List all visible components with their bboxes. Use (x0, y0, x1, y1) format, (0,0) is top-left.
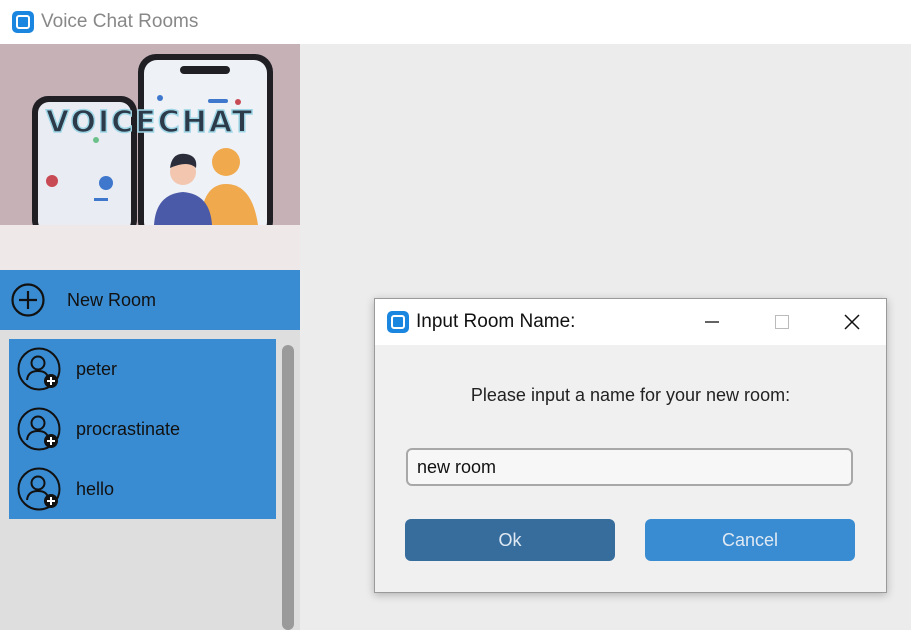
user-add-icon (17, 347, 61, 391)
room-item-hello[interactable]: hello (9, 459, 276, 519)
user-add-icon (17, 467, 61, 511)
dialog-prompt: Please input a name for your new room: (470, 385, 791, 405)
new-room-button[interactable]: New Room (0, 270, 300, 330)
new-room-label: New Room (67, 289, 157, 310)
app-icon (387, 311, 409, 333)
dialog-titlebar: Input Room Name: (375, 299, 886, 345)
minimize-button[interactable] (682, 299, 742, 345)
window-titlebar: Voice Chat Rooms (0, 0, 911, 44)
voicechat-banner-image: VOICECHAT (0, 44, 300, 225)
app-icon (12, 11, 34, 33)
close-button[interactable] (822, 299, 882, 345)
banner-text: VOICECHAT (46, 105, 254, 140)
close-icon (844, 314, 860, 330)
room-name-dialog: Input Room Name: Please input a name for… (374, 298, 887, 593)
sidebar: VOICECHAT New Room peter procrastinate h… (0, 44, 300, 630)
ok-button[interactable]: Ok (405, 519, 615, 561)
add-circle-icon (11, 283, 45, 317)
user-add-icon (17, 407, 61, 451)
room-item-procrastinate[interactable]: procrastinate (9, 399, 276, 459)
minimize-icon (705, 321, 719, 323)
maximize-icon (775, 315, 789, 329)
cancel-button[interactable]: Cancel (645, 519, 855, 561)
room-list: peter procrastinate hello (9, 339, 276, 519)
dialog-title: Input Room Name: (416, 311, 576, 332)
room-item-peter[interactable]: peter (9, 339, 276, 399)
banner-spacer (0, 225, 300, 270)
maximize-button[interactable] (752, 299, 812, 345)
room-name: peter (76, 358, 118, 379)
room-name-input[interactable] (406, 448, 853, 486)
room-name: procrastinate (76, 418, 181, 439)
room-list-scrollbar[interactable] (282, 345, 294, 630)
room-name: hello (76, 478, 115, 499)
window-title: Voice Chat Rooms (41, 11, 199, 32)
